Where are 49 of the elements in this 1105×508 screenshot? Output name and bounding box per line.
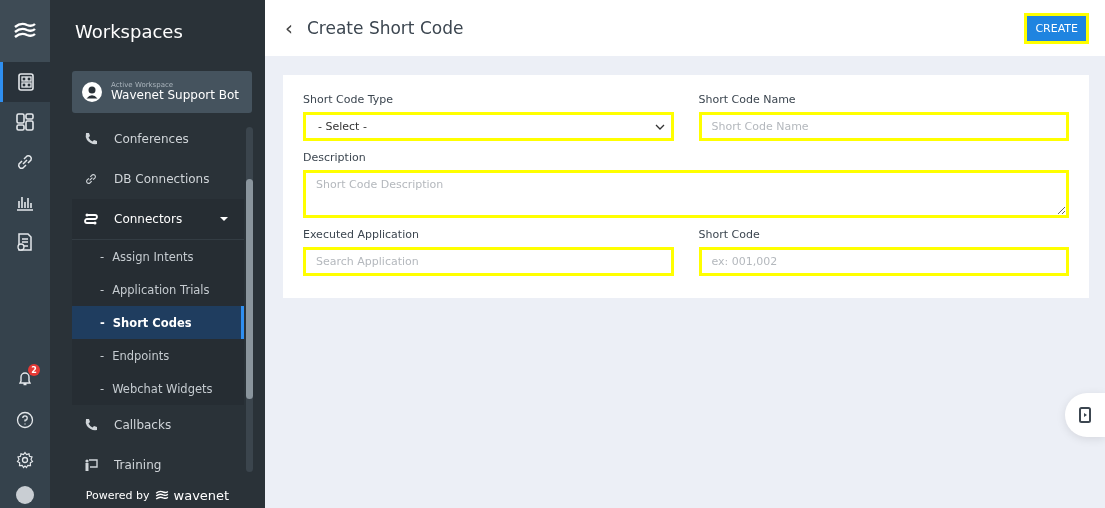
input-field[interactable]: Short Code Name bbox=[698, 112, 1069, 141]
field-label: Short Code Name bbox=[698, 93, 797, 106]
brand-name: wavenet bbox=[173, 487, 230, 503]
help-icon[interactable] bbox=[16, 411, 34, 429]
input-field[interactable]: Search Application bbox=[303, 247, 674, 276]
sidebar-title: Workspaces bbox=[74, 19, 184, 44]
notification-badge: 2 bbox=[28, 364, 40, 376]
powered-by-text: Powered by bbox=[85, 488, 150, 502]
settings-icon[interactable] bbox=[16, 451, 34, 469]
nav-item[interactable]: DB Connections bbox=[72, 159, 244, 199]
nav-subitem[interactable]: - Assign Intents bbox=[72, 240, 244, 273]
nav-subitem[interactable]: - Endpoints bbox=[72, 339, 244, 372]
link-icon bbox=[84, 172, 98, 186]
rail-item[interactable] bbox=[0, 62, 50, 102]
nav-item[interactable]: Training bbox=[72, 445, 244, 485]
presenter-icon bbox=[84, 458, 98, 472]
logo-icon bbox=[154, 489, 169, 501]
user-icon bbox=[85, 85, 99, 99]
nav-subitem[interactable]: - Application Trials bbox=[72, 273, 244, 306]
phone-icon bbox=[84, 418, 98, 432]
textarea-field[interactable]: Short Code Description bbox=[303, 170, 1069, 218]
nav-item[interactable]: Callbacks bbox=[72, 405, 244, 445]
logo-icon[interactable] bbox=[13, 22, 37, 40]
chevron-down-icon bbox=[654, 123, 665, 130]
field-label: Short Code Type bbox=[303, 93, 394, 106]
field-label: Description bbox=[303, 151, 367, 164]
page-title: Create Short Code bbox=[307, 18, 465, 38]
field-label: Executed Application bbox=[303, 228, 420, 241]
field-label: Short Code bbox=[698, 228, 761, 241]
back-button[interactable]: ‹ bbox=[285, 16, 293, 40]
phone-icon bbox=[84, 132, 98, 146]
avatar-icon[interactable] bbox=[16, 486, 34, 504]
workspace-name: Wavenet Support Bot bbox=[111, 89, 239, 103]
connector-icon bbox=[84, 212, 98, 226]
link-icon bbox=[15, 152, 35, 172]
scrollbar-thumb[interactable] bbox=[246, 179, 253, 399]
nav-item[interactable]: Connectors bbox=[72, 199, 244, 240]
document-check-icon bbox=[15, 232, 35, 252]
input-field[interactable]: ex: 001,002 bbox=[698, 247, 1069, 276]
grid-panel-icon bbox=[16, 72, 37, 92]
dashboard-icon bbox=[15, 112, 35, 132]
create-button[interactable]: CREATE bbox=[1024, 12, 1089, 44]
side-widget-button[interactable] bbox=[1065, 393, 1105, 437]
select-field[interactable]: - Select - bbox=[303, 112, 674, 141]
nav-subitem[interactable]: - Short Codes bbox=[72, 306, 244, 339]
bell-icon[interactable] bbox=[17, 370, 33, 386]
nav-item[interactable]: Conferences bbox=[72, 119, 244, 159]
tablet-play-icon bbox=[1079, 407, 1091, 423]
nav-subitem[interactable]: - Webchat Widgets bbox=[72, 372, 244, 405]
